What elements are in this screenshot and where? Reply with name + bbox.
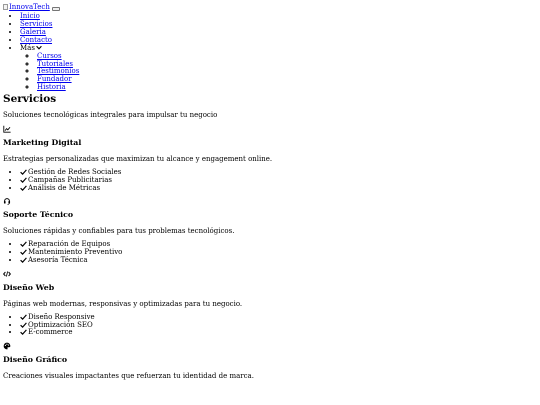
- more-dropdown: Cursos Tutoriales Testimonios Fundador H…: [20, 52, 537, 92]
- check-icon: [20, 241, 27, 248]
- service-card-diseno-grafico: Diseño Gráfico Creaciones visuales impac…: [3, 342, 537, 380]
- nav-link-contacto[interactable]: Contacto: [20, 36, 52, 44]
- dropdown-item-tutoriales: Tutoriales: [37, 60, 537, 68]
- service-description: Estrategias personalizadas que maximizan…: [3, 155, 273, 164]
- dropdown-link-historia[interactable]: Historia: [37, 83, 66, 91]
- logo-alt-text: InnovaTech: [9, 2, 50, 11]
- service-card-marketing: Marketing Digital Estrategias personaliz…: [3, 125, 537, 192]
- nav-more-label[interactable]: Más: [20, 44, 35, 52]
- menu-toggle-button[interactable]: [51, 7, 60, 11]
- feature-item: Gestión de Redes Sociales: [20, 168, 537, 176]
- feature-item: Diseño Responsive: [20, 313, 537, 321]
- nav-item-inicio: Inicio: [20, 12, 537, 20]
- check-icon: [20, 185, 27, 191]
- palette-icon: [3, 342, 11, 350]
- dropdown-link-tutoriales[interactable]: Tutoriales: [37, 60, 73, 68]
- feature-label: Mantenimiento Preventivo: [28, 248, 123, 257]
- feature-label: Asesoría Técnica: [28, 256, 88, 265]
- feature-item: Optimización SEO: [20, 321, 537, 329]
- feature-item: Asesoría Técnica: [20, 256, 537, 264]
- broken-image-icon: [3, 3, 8, 10]
- feature-label: Reparación de Equipos: [28, 240, 111, 249]
- feature-item: Reparación de Equipos: [20, 240, 537, 248]
- check-icon: [20, 329, 27, 336]
- check-icon: [20, 177, 27, 183]
- feature-list: Reparación de Equipos Mantenimiento Prev…: [3, 240, 537, 264]
- code-icon: [3, 271, 11, 277]
- feature-label: Campañas Publicitarias: [28, 175, 112, 184]
- check-icon: [20, 257, 27, 264]
- feature-label: Análisis de Métricas: [28, 183, 101, 192]
- services-section: Servicios Soluciones tecnológicas integr…: [3, 93, 537, 380]
- service-card-diseno-web: Diseño Web Páginas web modernas, respons…: [3, 270, 537, 336]
- feature-label: Optimización SEO: [28, 320, 93, 329]
- section-subtitle: Soluciones tecnológicas integrales para …: [3, 111, 218, 120]
- service-title: Marketing Digital: [3, 138, 82, 148]
- nav-link-inicio[interactable]: Inicio: [20, 12, 40, 20]
- main-nav: Inicio Servicios Galeria Contacto Más Cu…: [3, 12, 537, 91]
- dropdown-item-historia: Historia: [37, 83, 537, 91]
- nav-item-mas[interactable]: Más Cursos Tutoriales Testimonios Fundad…: [20, 44, 537, 92]
- dropdown-item-cursos: Cursos: [37, 52, 537, 60]
- feature-label: Gestión de Redes Sociales: [28, 168, 122, 177]
- service-card-soporte: Soporte Técnico Soluciones rápidas y con…: [3, 197, 537, 264]
- nav-item-contacto: Contacto: [20, 36, 537, 44]
- check-icon: [20, 314, 27, 320]
- service-title: Diseño Web: [3, 282, 55, 292]
- check-icon: [20, 322, 27, 328]
- section-title: Servicios: [3, 93, 57, 106]
- nav-link-galeria[interactable]: Galeria: [20, 28, 46, 36]
- dropdown-item-testimonios: Testimonios: [37, 67, 537, 75]
- feature-item: Mantenimiento Preventivo: [20, 248, 537, 256]
- chart-line-icon: [3, 125, 11, 133]
- feature-item: Análisis de Métricas: [20, 184, 537, 192]
- dropdown-item-fundador: Fundador: [37, 75, 537, 83]
- service-description: Soluciones rápidas y confiables para tus…: [3, 227, 235, 236]
- feature-list: Gestión de Redes Sociales Campañas Publi…: [3, 168, 537, 192]
- service-description: Páginas web modernas, responsivas y opti…: [3, 299, 243, 308]
- chevron-down-icon: [36, 45, 42, 50]
- service-title: Diseño Gráfico: [3, 355, 68, 365]
- service-title: Soporte Técnico: [3, 210, 74, 220]
- nav-item-servicios: Servicios: [20, 20, 537, 28]
- service-description: Creaciones visuales impactantes que refu…: [3, 372, 254, 381]
- feature-list: Diseño Responsive Optimización SEO E-com…: [3, 313, 537, 336]
- dropdown-link-fundador[interactable]: Fundador: [37, 75, 72, 83]
- header: InnovaTech: [3, 3, 537, 11]
- check-icon: [20, 169, 27, 176]
- nav-link-servicios[interactable]: Servicios: [20, 20, 52, 28]
- logo-link[interactable]: InnovaTech: [3, 3, 50, 11]
- feature-label: E-commerce: [28, 328, 73, 337]
- check-icon: [20, 249, 27, 256]
- dropdown-link-cursos[interactable]: Cursos: [37, 52, 62, 60]
- dropdown-link-testimonios[interactable]: Testimonios: [37, 67, 79, 75]
- feature-item: E-commerce: [20, 328, 537, 336]
- feature-label: Diseño Responsive: [28, 312, 95, 321]
- feature-item: Campañas Publicitarias: [20, 176, 537, 184]
- page: InnovaTech Inicio Servicios Galeria Cont…: [0, 0, 540, 380]
- nav-item-galeria: Galeria: [20, 28, 537, 36]
- headset-icon: [3, 198, 11, 206]
